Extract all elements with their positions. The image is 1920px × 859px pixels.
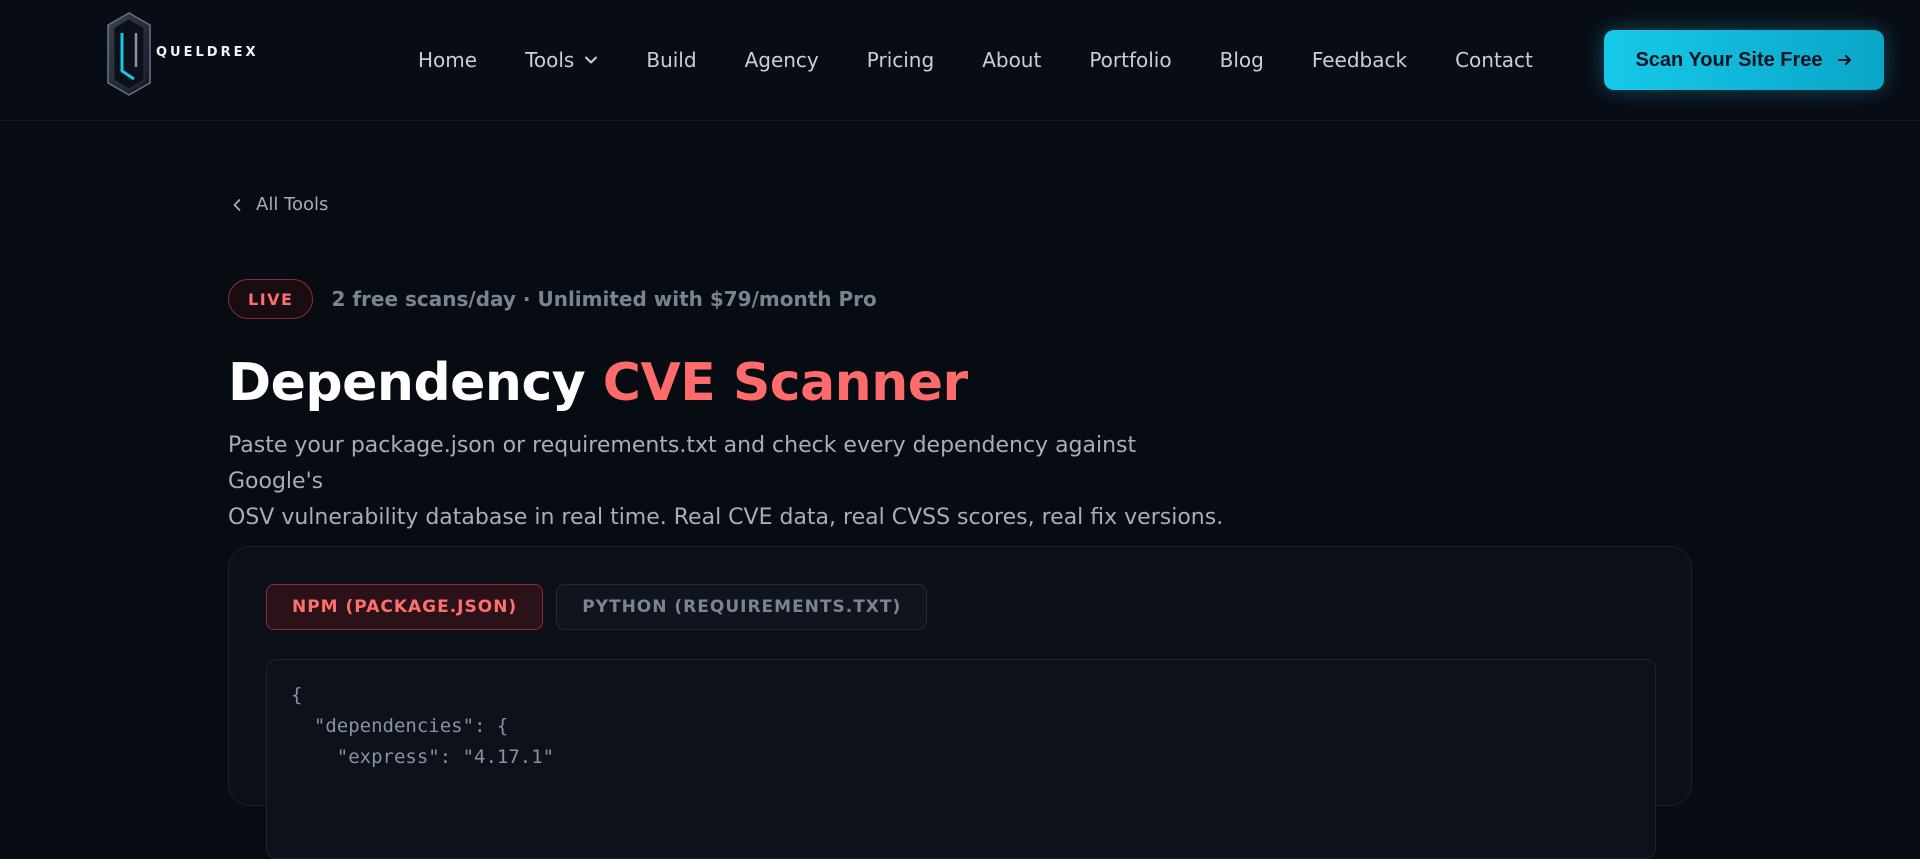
page-title: Dependency CVE Scanner <box>228 350 968 416</box>
page-title-part1: Dependency <box>228 353 603 413</box>
manifest-input-editor[interactable]: { "dependencies": { "express": "4.17.1" <box>266 659 1656 859</box>
nav-build[interactable]: Build <box>646 48 696 72</box>
nav-home[interactable]: Home <box>418 48 477 72</box>
brand-name: QUELDREX <box>156 44 259 60</box>
tab-python-label: PYTHON (REQUIREMENTS.TXT) <box>582 597 902 617</box>
nav-home-label: Home <box>418 48 478 72</box>
tab-npm-label: NPM (PACKAGE.JSON) <box>292 597 518 617</box>
nav-agency[interactable]: Agency <box>745 48 819 72</box>
chevron-left-icon <box>233 198 241 211</box>
nav-contact[interactable]: Contact <box>1455 48 1533 72</box>
live-badge: LIVE <box>228 279 314 319</box>
description-line-1: Paste your package.json or requirements.… <box>228 433 1137 494</box>
cta-label: Scan Your Site Free <box>1635 48 1823 71</box>
back-to-all-tools-link[interactable]: All Tools <box>230 194 328 215</box>
page-description: Paste your package.json or requirements.… <box>228 428 1228 536</box>
tab-npm[interactable]: NPM (PACKAGE.JSON) <box>266 584 544 630</box>
nav-contact-label: Contact <box>1455 48 1533 72</box>
nav-feedback-label: Feedback <box>1311 48 1408 72</box>
nav-pricing[interactable]: Pricing <box>867 48 934 72</box>
arrow-right-icon <box>1837 55 1851 65</box>
nav-feedback[interactable]: Feedback <box>1312 48 1407 72</box>
plan-note: 2 free scans/day · Unlimited with $79/mo… <box>331 287 877 311</box>
nav-tools-label: Tools <box>525 48 575 72</box>
scan-site-free-button[interactable]: Scan Your Site Free <box>1604 30 1884 90</box>
scanner-panel: NPM (PACKAGE.JSON) PYTHON (REQUIREMENTS.… <box>228 546 1692 859</box>
page-title-part2: CVE Scanner <box>602 353 968 413</box>
nav-blog[interactable]: Blog <box>1220 48 1264 72</box>
nav-blog-label: Blog <box>1219 48 1264 72</box>
nav-about[interactable]: About <box>982 48 1041 72</box>
chevron-down-icon <box>585 56 598 64</box>
main-nav: Home Tools Build Agency Pricing About Po… <box>418 44 1533 76</box>
nav-agency-label: Agency <box>744 48 819 72</box>
nav-about-label: About <box>982 48 1042 72</box>
manifest-type-tabs: NPM (PACKAGE.JSON) PYTHON (REQUIREMENTS.… <box>266 584 940 630</box>
nav-build-label: Build <box>646 48 697 72</box>
back-link-label: All Tools <box>256 194 329 215</box>
brand-logo[interactable]: QUELDREX <box>106 11 258 97</box>
nav-portfolio-label: Portfolio <box>1089 48 1172 72</box>
status-row: LIVE 2 free scans/day · Unlimited with $… <box>228 279 877 319</box>
nav-portfolio[interactable]: Portfolio <box>1089 48 1171 72</box>
tab-python[interactable]: PYTHON (REQUIREMENTS.TXT) <box>556 584 928 630</box>
nav-tools[interactable]: Tools <box>525 48 598 72</box>
logo-icon <box>107 12 151 96</box>
top-navigation-bar: QUELDREX Home Tools Build Agency Pricing… <box>0 0 1920 121</box>
description-line-2: OSV vulnerability database in real time.… <box>228 505 1224 530</box>
nav-pricing-label: Pricing <box>866 48 935 72</box>
